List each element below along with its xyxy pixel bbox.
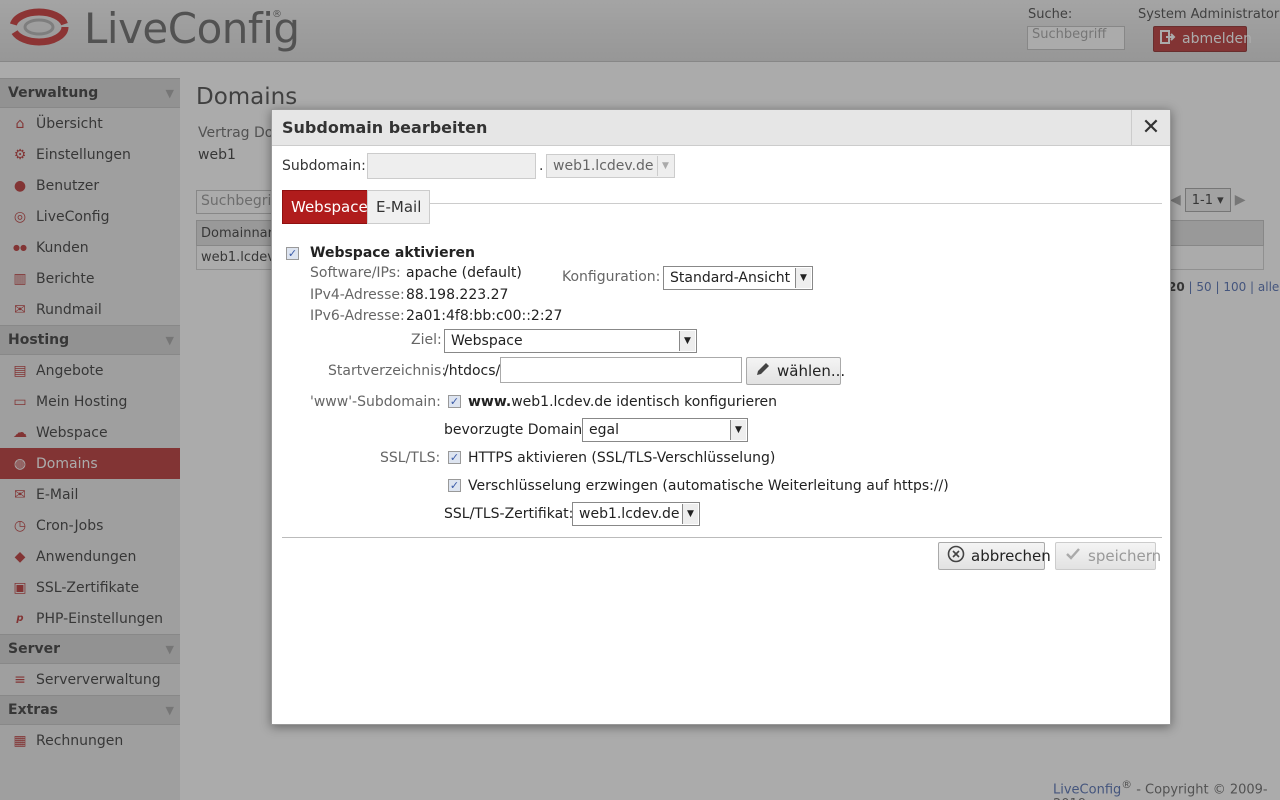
ipv6-value: 2a01:4f8:bb:c00::2:27 [406, 308, 563, 324]
close-button[interactable]: ✕ [1131, 110, 1170, 145]
konfiguration-value: Standard-Ansicht [670, 270, 791, 286]
domain-select-value: web1.lcdev.de [553, 158, 654, 174]
pencil-icon [755, 361, 771, 381]
www-subdomain-label: 'www'-Subdomain: [310, 394, 441, 410]
ziel-select[interactable]: Webspace ▼ [444, 329, 697, 353]
ipv4-value: 88.198.223.27 [406, 287, 509, 303]
close-icon: ✕ [1141, 115, 1161, 140]
certificate-value: web1.lcdev.de [579, 506, 680, 522]
domain-select[interactable]: web1.lcdev.de ▼ [546, 154, 675, 178]
chevron-down-icon: ▼ [679, 331, 695, 351]
ziel-value: Webspace [451, 333, 523, 349]
certificate-select[interactable]: web1.lcdev.de ▼ [572, 502, 700, 526]
subdomain-label: Subdomain: [282, 158, 366, 174]
ipv6-label: IPv6-Adresse: [310, 308, 405, 324]
startverzeichnis-label: Startverzeichnis: [328, 363, 447, 379]
save-label: speichern [1088, 547, 1162, 565]
subdomain-dot: . [539, 158, 544, 174]
choose-label: wählen... [777, 362, 846, 380]
cancel-circle-icon [947, 545, 965, 567]
software-value: apache (default) [406, 265, 522, 281]
https-checkbox[interactable]: ✓ [448, 451, 461, 464]
force-https-checkbox[interactable]: ✓ [448, 479, 461, 492]
cancel-label: abbrechen [971, 547, 1051, 565]
cancel-button[interactable]: abbrechen [938, 542, 1051, 570]
save-button[interactable]: speichern [1055, 542, 1161, 570]
force-https-label: Verschlüsselung erzwingen (automatische … [468, 478, 949, 494]
www-rest: web1.lcdev.de identisch konfigurieren [511, 394, 778, 410]
startverzeichnis-input[interactable] [500, 357, 742, 383]
software-label: Software/IPs: [310, 265, 401, 281]
ssl-label: SSL/TLS: [380, 450, 441, 466]
webspace-enable-checkbox[interactable]: ✓ [286, 247, 299, 260]
ziel-label: Ziel: [411, 332, 442, 348]
preferred-domain-label: bevorzugte Domain: [444, 422, 587, 438]
dialog-title: Subdomain bearbeiten [282, 118, 488, 137]
subdomain-dialog: Subdomain bearbeiten ✕ Subdomain: . web1… [271, 109, 1171, 725]
preferred-domain-select[interactable]: egal ▼ [582, 418, 748, 442]
footer-divider [282, 537, 1162, 538]
ipv4-label: IPv4-Adresse: [310, 287, 405, 303]
www-subdomain-text: www.web1.lcdev.de identisch konfiguriere… [468, 394, 777, 410]
tab-webspace[interactable]: Webspace [282, 190, 377, 224]
www-bold: www. [468, 394, 512, 410]
konfiguration-label: Konfiguration: [562, 269, 661, 285]
preferred-domain-value: egal [589, 422, 619, 438]
chevron-down-icon: ▼ [730, 420, 746, 440]
subdomain-input[interactable] [367, 153, 536, 179]
checkmark-icon [1064, 545, 1082, 567]
chevron-down-icon: ▼ [795, 268, 811, 288]
startverzeichnis-prefix: /htdocs/ [444, 363, 501, 379]
certificate-label: SSL/TLS-Zertifikat: [444, 506, 574, 522]
chevron-down-icon: ▼ [682, 504, 698, 524]
konfiguration-select[interactable]: Standard-Ansicht ▼ [663, 266, 813, 290]
dialog-header: Subdomain bearbeiten ✕ [272, 110, 1170, 146]
webspace-enable-label: Webspace aktivieren [310, 245, 475, 261]
tab-email[interactable]: E-Mail [367, 190, 431, 224]
https-label: HTTPS aktivieren (SSL/TLS-Verschlüsselun… [468, 450, 776, 466]
choose-button[interactable]: wählen... [746, 357, 845, 385]
chevron-down-icon: ▼ [657, 156, 673, 176]
www-subdomain-checkbox[interactable]: ✓ [448, 395, 461, 408]
